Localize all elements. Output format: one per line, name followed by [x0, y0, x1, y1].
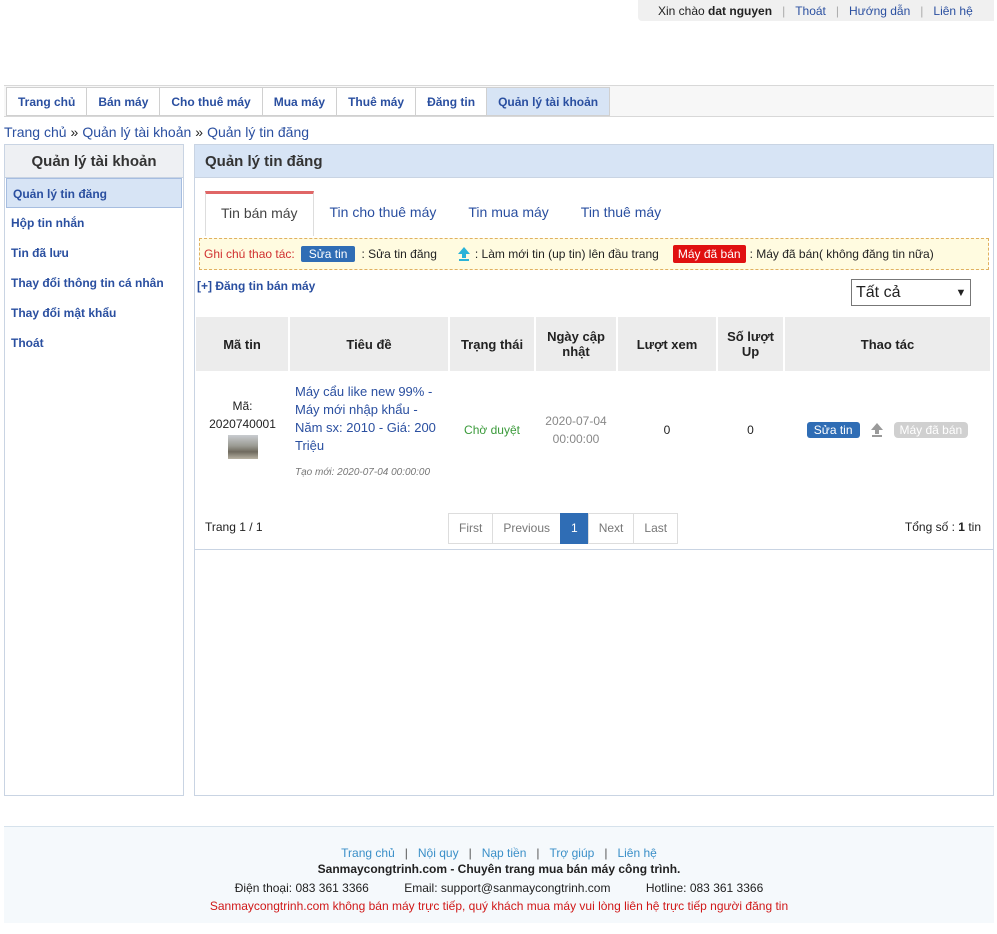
main-panel: Quản lý tin đăng Tin bán máy Tin cho thu… — [194, 144, 994, 796]
action-legend: Ghi chú thao tác: Sửa tin : Sửa tin đăng… — [199, 238, 989, 270]
sidebar-item-manage-posts[interactable]: Quản lý tin đăng — [6, 178, 182, 208]
nav-item-account[interactable]: Quản lý tài khoản — [486, 87, 611, 116]
guide-link[interactable]: Hướng dẫn — [849, 4, 910, 18]
user-topbar: Xin chào dat nguyen | Thoát | Hướng dẫn … — [638, 0, 994, 21]
panel-title: Quản lý tin đăng — [195, 145, 993, 178]
post-thumbnail[interactable] — [227, 434, 258, 459]
breadcrumb-home[interactable]: Trang chủ — [4, 124, 67, 140]
nav-item-buy[interactable]: Mua máy — [261, 87, 337, 116]
divider: | — [782, 3, 786, 18]
breadcrumb: Trang chủ» Quản lý tài khoản» Quản lý tin … — [4, 124, 309, 140]
sidebar-item-password[interactable]: Thay đổi mật khẩu — [5, 298, 183, 328]
tab-rent[interactable]: Tin thuê máy — [565, 191, 677, 236]
footer-phone: Điện thoại: 083 361 3366 — [234, 881, 369, 895]
status-filter-select[interactable]: Tất cả ▼ — [851, 279, 971, 306]
up-desc: : Làm mới tin (up tin) lên đầu trang — [474, 247, 659, 261]
nav-item-post[interactable]: Đăng tin — [415, 87, 487, 116]
pager-previous-button[interactable]: Previous — [492, 513, 562, 544]
col-status: Trạng thái — [449, 317, 536, 371]
footer-link-topup[interactable]: Nạp tiền — [482, 846, 527, 860]
tab-sell[interactable]: Tin bán máy — [205, 191, 314, 236]
col-updated: Ngày cập nhật — [535, 317, 618, 371]
footer-links: Trang chủ | Nội quy | Nạp tiền | Trợ giúp | Liên… — [341, 846, 657, 860]
post-title-link[interactable]: Máy cẩu like new 99% - Máy mới nhập khẩu… — [295, 383, 445, 455]
tab-buy[interactable]: Tin mua máy — [452, 191, 564, 236]
col-ups: Số lượt Up — [717, 317, 785, 371]
page-indicator: Trang 1 / 1 — [205, 520, 263, 534]
table-row: Mã: 2020740001 Máy cẩu like new 99% - Má… — [196, 371, 991, 489]
nav-item-home[interactable]: Trang chủ — [6, 87, 87, 116]
main-nav: Trang chủ Bán máy Cho thuê máy Mua máy T… — [4, 85, 994, 117]
sidebar-item-saved[interactable]: Tin đã lưu — [5, 238, 183, 268]
divider: | — [920, 3, 924, 18]
logout-link[interactable]: Thoát — [795, 4, 826, 18]
edit-desc: : Sửa tin đăng — [361, 247, 437, 261]
post-views: 0 — [663, 423, 671, 437]
col-title: Tiêu đề — [289, 317, 450, 371]
col-actions: Thao tác — [784, 317, 992, 371]
footer-contact: Điện thoại: 083 361 3366 Email: support@… — [4, 881, 994, 895]
sold-badge: Máy đã bán — [672, 245, 746, 263]
posts-table: Mã tin Tiêu đề Trạng thái Ngày cập nhật … — [196, 317, 992, 489]
nav-item-rent-out[interactable]: Cho thuê máy — [159, 87, 262, 116]
greeting: Xin chào dat nguyen — [658, 3, 773, 18]
sidebar-title: Quản lý tài khoản — [5, 145, 183, 178]
breadcrumb-current[interactable]: Quản lý tin đăng — [207, 124, 309, 140]
post-ups: 0 — [747, 423, 754, 437]
post-updated: 2020-07-04 00:00:00 — [545, 414, 607, 446]
filter-value: Tất cả — [856, 283, 901, 301]
sidebar-item-profile[interactable]: Thay đổi thông tin cá nhân — [5, 268, 183, 298]
nav-item-rent[interactable]: Thuê máy — [336, 87, 416, 116]
pager-next-button[interactable]: Next — [587, 513, 635, 544]
post-status: Chờ duyệt — [464, 423, 520, 437]
col-code: Mã tin — [196, 317, 290, 371]
up-arrow-icon — [457, 247, 470, 261]
total-number: 1 — [958, 520, 965, 534]
site-footer: Trang chủ | Nội quy | Nạp tiền | Trợ giúp | Liên… — [4, 826, 994, 923]
nav-item-sell[interactable]: Bán máy — [86, 87, 160, 116]
pager-page-button[interactable]: 1 — [560, 513, 589, 544]
total-count: Tổng số : 1 tin — [904, 520, 981, 534]
mark-sold-button[interactable]: Máy đã bán — [893, 422, 969, 438]
sold-desc: : Máy đã bán( không đăng tin nữa) — [749, 247, 934, 261]
breadcrumb-account[interactable]: Quản lý tài khoản — [82, 124, 191, 140]
tab-rent-out[interactable]: Tin cho thuê máy — [314, 191, 453, 236]
username: dat nguyen — [708, 3, 773, 18]
sidebar-item-inbox[interactable]: Hộp tin nhắn — [5, 208, 183, 238]
pager-last-button[interactable]: Last — [633, 513, 679, 544]
post-created: Tạo mới: 2020-07-04 00:00:00 — [295, 466, 431, 478]
footer-warning: Sanmaycongtrinh.com không bán máy trực t… — [209, 899, 789, 913]
up-post-icon[interactable] — [870, 422, 884, 438]
code-label: Mã: — [232, 398, 253, 413]
pagination: First Previous 1 Next Last — [448, 513, 679, 544]
divider — [195, 549, 993, 550]
edit-badge: Sửa tin — [300, 246, 356, 262]
table-header-row: Mã tin Tiêu đề Trạng thái Ngày cập nhật … — [196, 317, 992, 371]
col-views: Lượt xem — [617, 317, 718, 371]
breadcrumb-sep: » — [195, 124, 204, 140]
footer-link-rules[interactable]: Nội quy — [418, 846, 459, 860]
actions-cell: Sửa tin Máy đã bán — [784, 371, 991, 489]
chevron-down-icon: ▼ — [955, 286, 967, 299]
sidebar-item-logout[interactable]: Thoát — [5, 328, 183, 358]
post-type-tabs: Tin bán máy Tin cho thuê máy Tin mua máy… — [205, 191, 677, 236]
contact-link[interactable]: Liên hệ — [933, 4, 972, 18]
footer-link-help[interactable]: Trợ giúp — [550, 846, 595, 860]
code-cell: Mã: 2020740001 — [196, 371, 289, 489]
footer-link-home[interactable]: Trang chủ — [341, 846, 395, 860]
footer-link-contact[interactable]: Liên hệ — [617, 846, 656, 860]
legend-label: Ghi chú thao tác: — [204, 247, 295, 261]
title-cell: Máy cẩu like new 99% - Máy mới nhập khẩu… — [289, 371, 449, 489]
add-post-link[interactable]: [+] Đăng tin bán máy — [197, 279, 315, 293]
divider: | — [835, 3, 839, 18]
pager-first-button[interactable]: First — [448, 513, 494, 544]
edit-post-button[interactable]: Sửa tin — [806, 422, 860, 438]
account-sidebar: Quản lý tài khoản Quản lý tin đăng Hộp t… — [4, 144, 184, 796]
footer-hotline: Hotline: 083 361 3366 — [645, 881, 764, 895]
post-code: 2020740001 — [209, 416, 276, 431]
footer-email: Email: support@sanmaycongtrinh.com — [404, 881, 611, 895]
breadcrumb-sep: » — [70, 124, 79, 140]
footer-tagline: Sanmaycongtrinh.com - Chuyên trang mua b… — [317, 862, 681, 876]
